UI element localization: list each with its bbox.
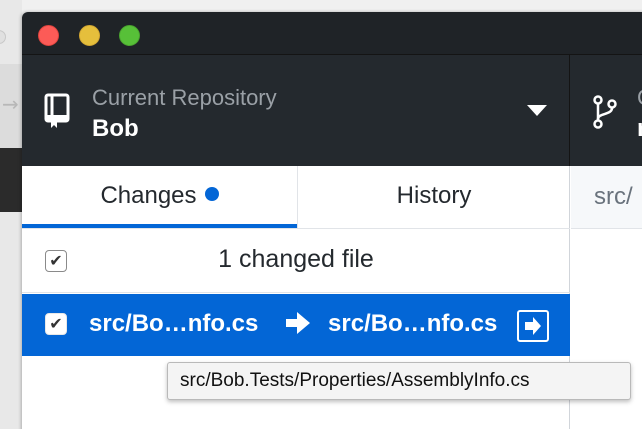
tab-bar: Changes History	[22, 166, 570, 229]
tab-changes[interactable]: Changes	[22, 166, 297, 228]
background-window: →	[0, 0, 22, 429]
background-circle	[0, 30, 6, 44]
current-branch-label: C	[637, 85, 642, 111]
file-new-path: src/Bo…nfo.cs	[328, 310, 498, 337]
background-dark-strip	[0, 148, 22, 212]
changed-file-row[interactable]: ✔ src/Bo…nfo.cs src/Bo…nfo.cs	[22, 294, 570, 356]
minimize-window-button[interactable]	[79, 25, 100, 46]
toolbar: Current Repository Bob C r	[22, 54, 642, 167]
file-old-path: src/Bo…nfo.cs	[89, 310, 259, 337]
changed-files-count: 1 changed file	[218, 245, 374, 273]
current-branch-selector[interactable]: C r	[571, 55, 642, 167]
changes-list-header: ✔ 1 changed file	[22, 229, 570, 293]
arrow-right-icon	[286, 312, 310, 334]
changes-indicator-dot	[204, 187, 219, 201]
tab-history[interactable]: History	[297, 166, 570, 228]
renamed-icon	[517, 310, 549, 342]
diff-file-path: src/	[594, 183, 633, 210]
title-bar	[22, 12, 642, 54]
background-arrow-icon: →	[2, 92, 19, 116]
tab-history-label: History	[396, 182, 472, 209]
caret-down-icon	[527, 105, 547, 116]
tab-changes-label: Changes	[100, 182, 197, 209]
file-path-tooltip: src/Bob.Tests/Properties/AssemblyInfo.cs	[167, 362, 631, 400]
close-window-button[interactable]	[38, 25, 59, 46]
git-branch-icon	[593, 95, 617, 129]
file-include-checkbox[interactable]: ✔	[45, 313, 67, 335]
repository-name: Bob	[92, 115, 139, 142]
current-repository-selector[interactable]: Current Repository Bob	[22, 55, 570, 167]
repo-icon	[44, 93, 70, 128]
current-repository-label: Current Repository	[92, 85, 277, 110]
zoom-window-button[interactable]	[119, 25, 140, 46]
branch-name: r	[637, 115, 642, 142]
diff-file-path-bar: src/	[571, 166, 642, 229]
